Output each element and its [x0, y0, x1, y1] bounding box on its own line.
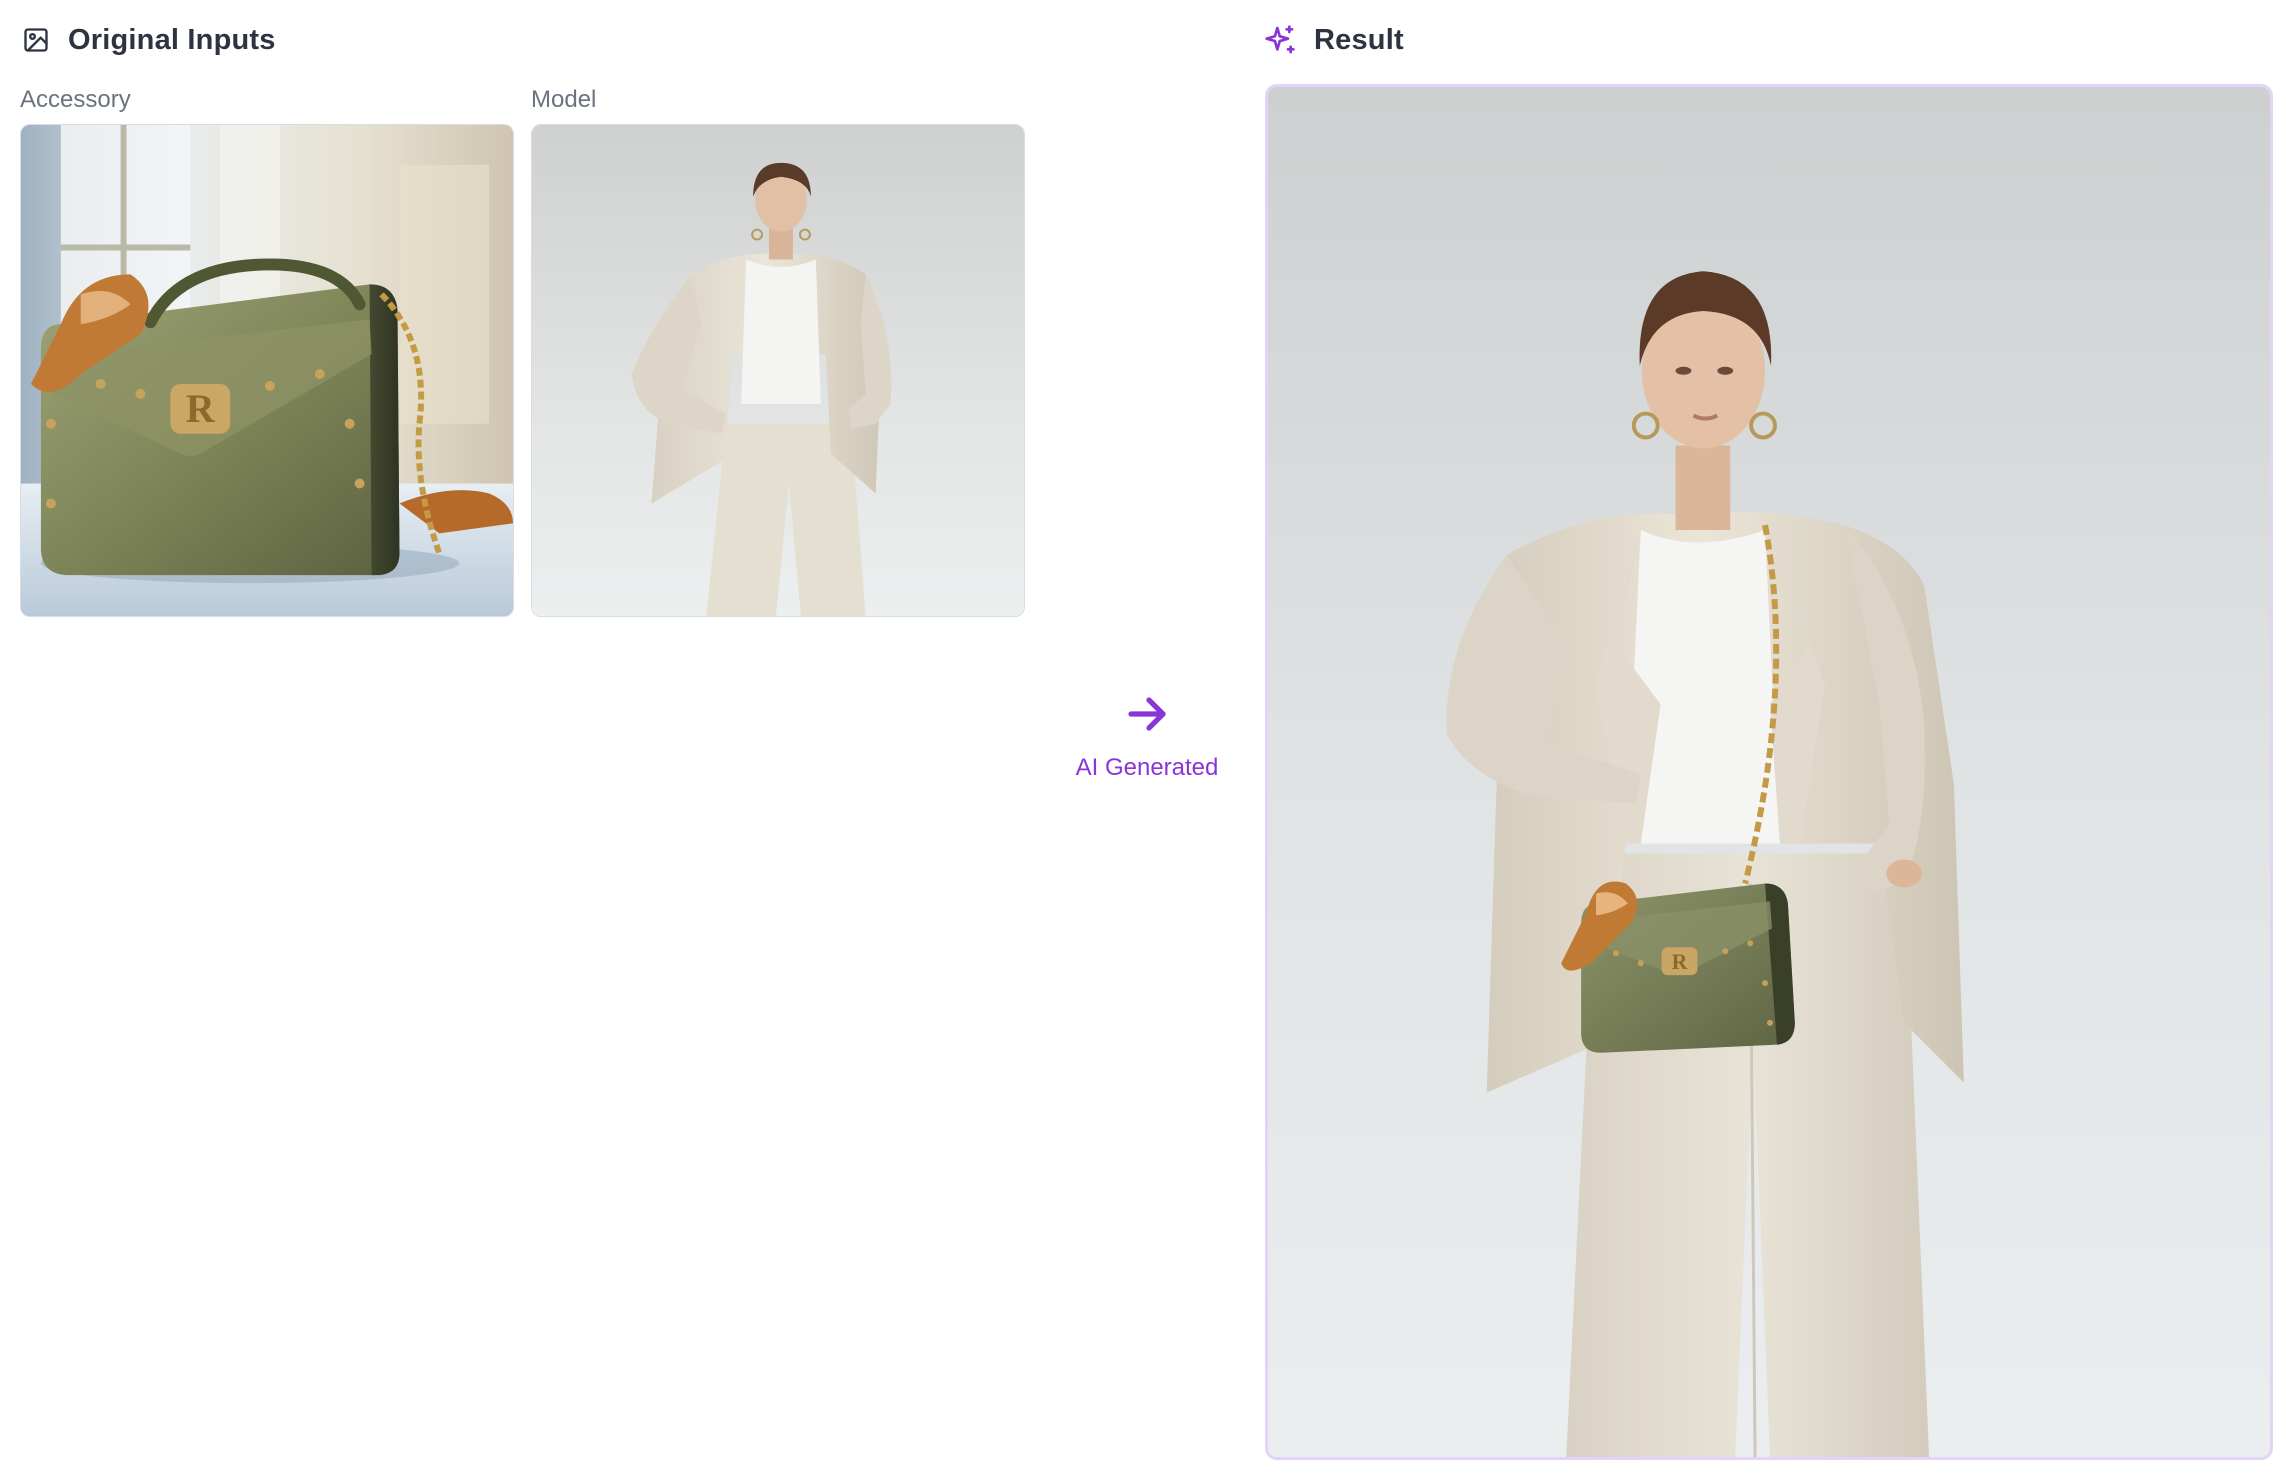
result-header: Result: [1264, 18, 1404, 62]
sparkles-icon: [1265, 25, 1295, 54]
result-title: Result: [1314, 23, 1404, 56]
accessory-image[interactable]: R: [20, 124, 514, 617]
ai-generated-label: AI Generated: [1075, 754, 1219, 781]
svg-text:R: R: [1672, 950, 1688, 974]
model-card: Model: [531, 84, 1025, 617]
comparison-view: Original Inputs Accessory R Model AI Gen…: [0, 0, 2286, 1478]
image-icon: [24, 28, 48, 52]
accessory-card: Accessory R: [20, 84, 514, 617]
ai-transition: AI Generated: [1062, 690, 1232, 782]
model-label: Model: [531, 86, 597, 113]
inputs-title: Original Inputs: [68, 23, 276, 56]
accessory-label: Accessory: [20, 86, 131, 113]
result-image[interactable]: R: [1265, 84, 2273, 1460]
inputs-header: Original Inputs: [22, 18, 276, 62]
svg-text:R: R: [186, 387, 216, 431]
model-image[interactable]: [531, 124, 1025, 617]
arrow-right-icon: [1128, 697, 1166, 731]
